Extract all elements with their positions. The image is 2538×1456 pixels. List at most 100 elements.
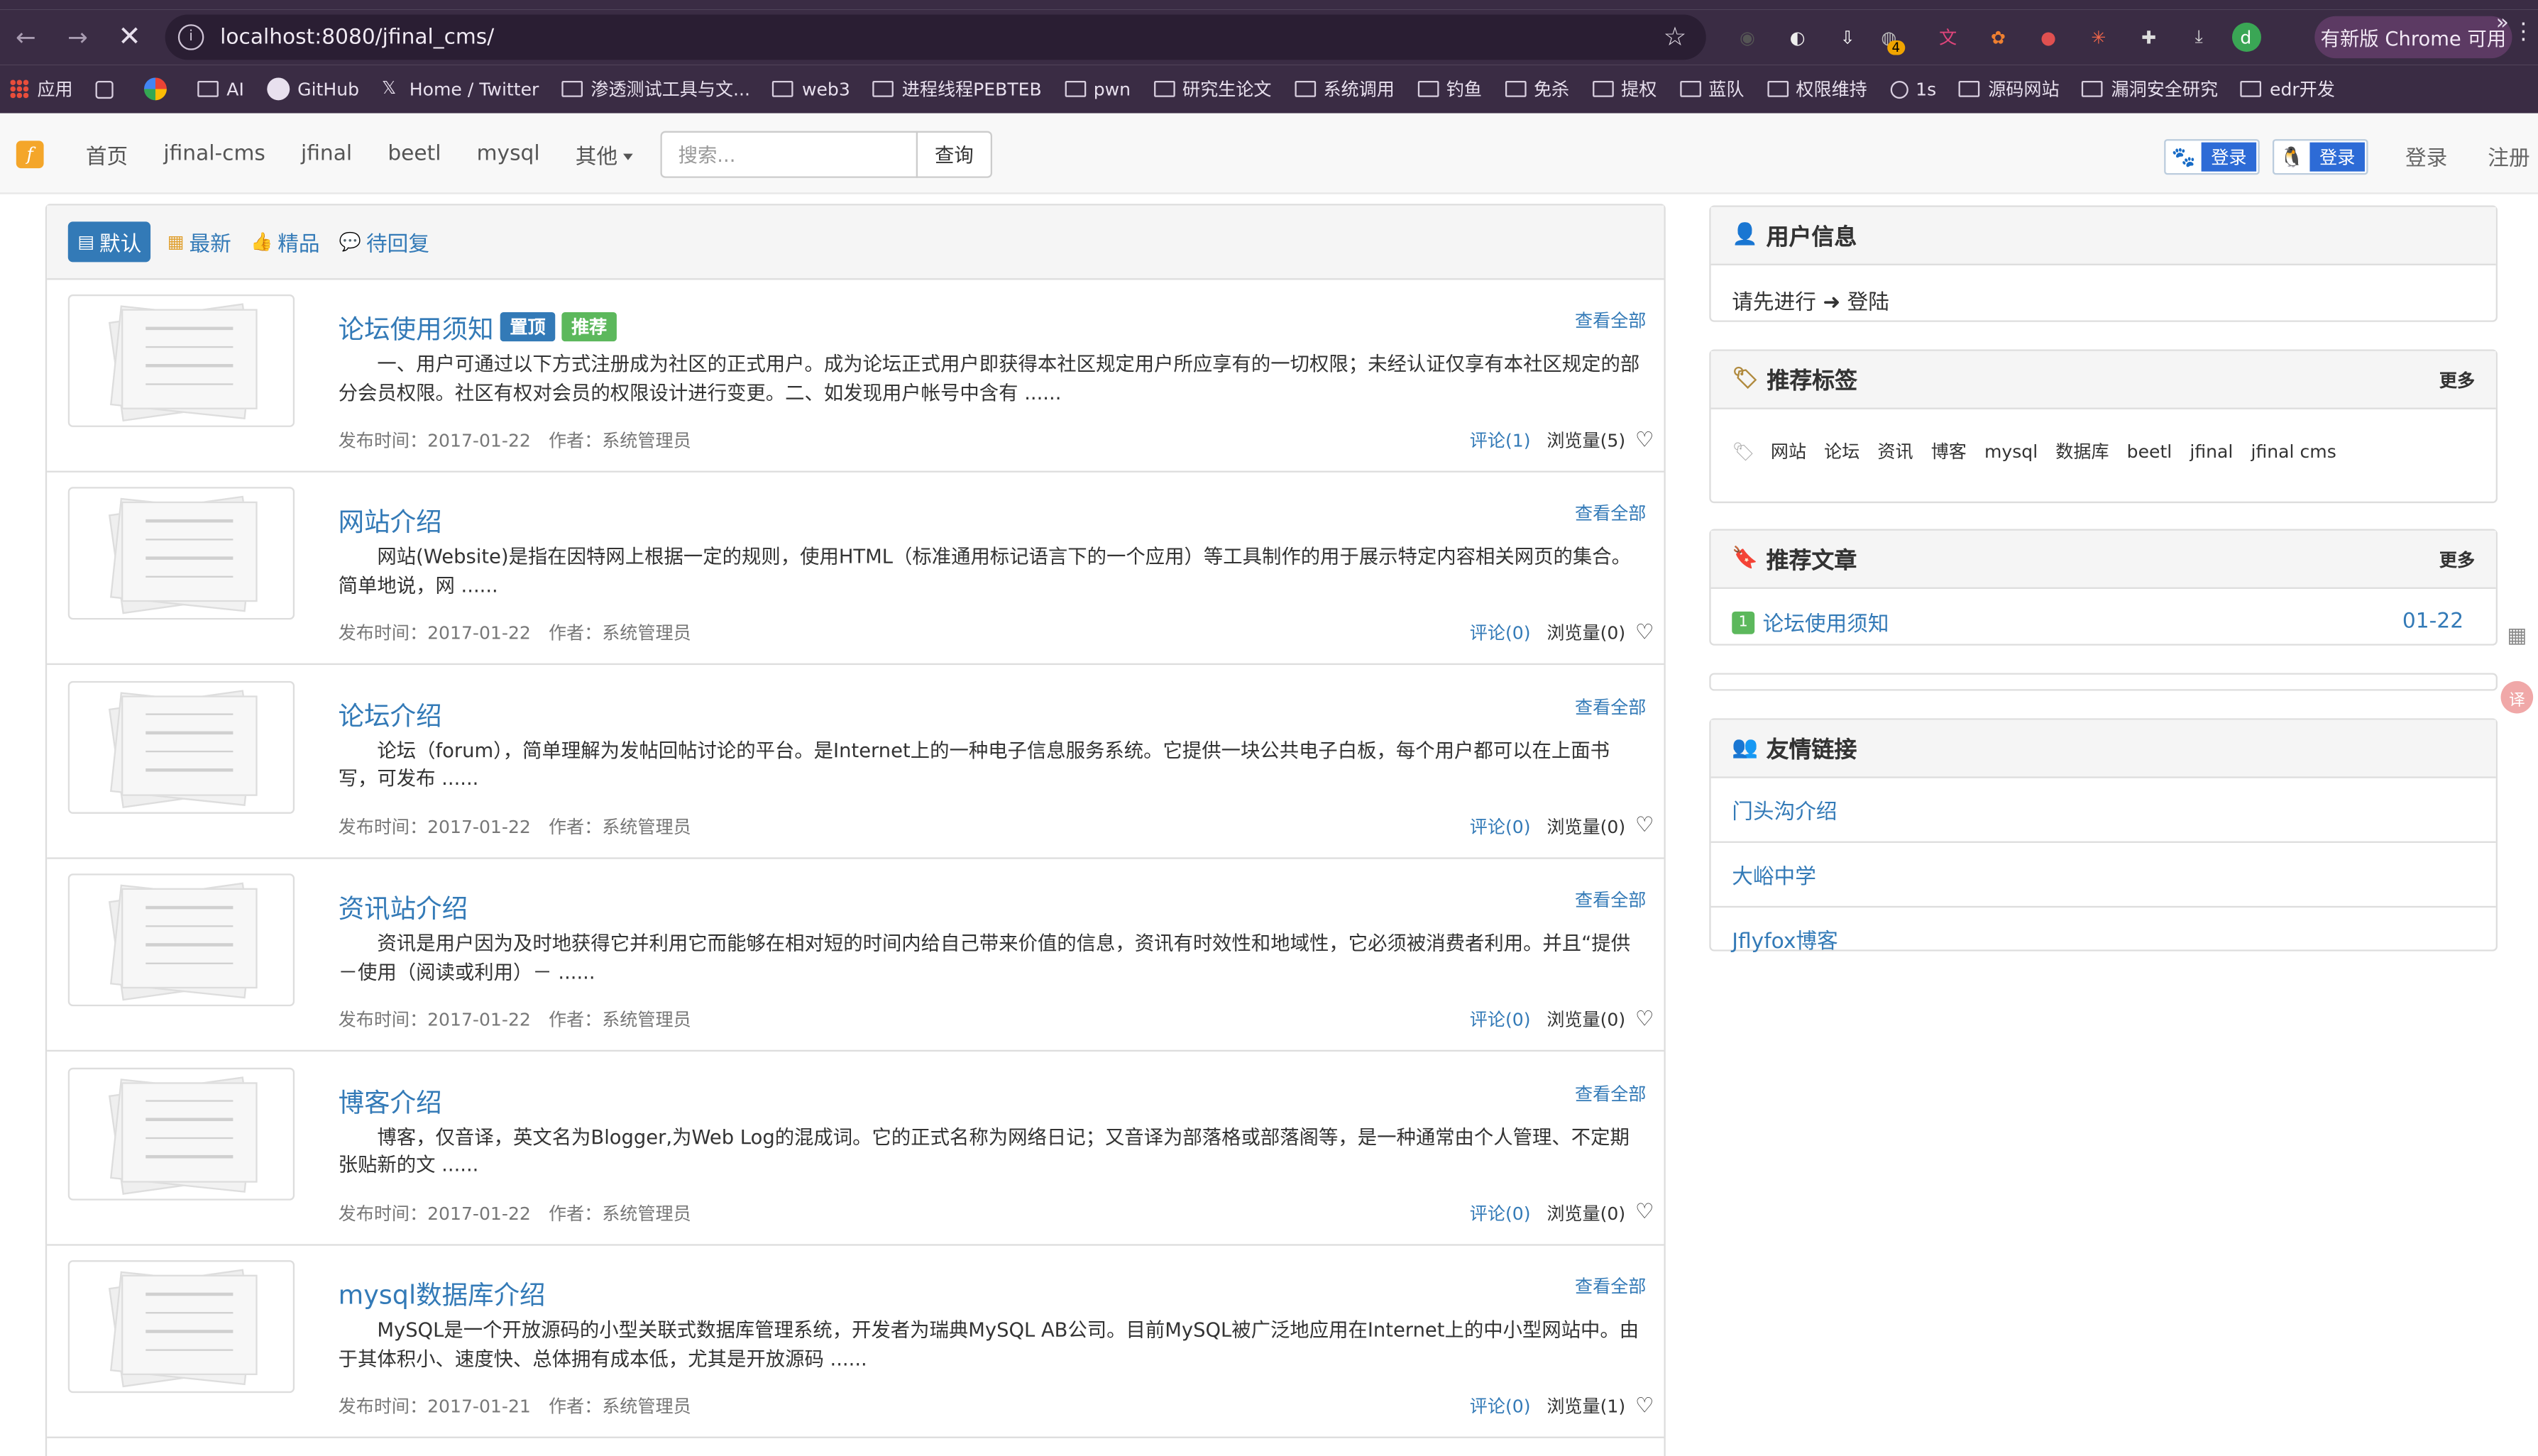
bookmark-item[interactable] xyxy=(95,79,121,98)
bookmark-item[interactable]: 进程线程PEBTEB xyxy=(872,76,1042,101)
record-ext-icon[interactable]: ● xyxy=(2031,19,2066,55)
comments-link[interactable]: 评论(0) xyxy=(1470,1200,1531,1225)
view-all-link[interactable]: 查看全部 xyxy=(1575,1273,1646,1298)
tag-link[interactable]: 网站 xyxy=(1771,439,1806,464)
baidu-login-button[interactable]: 🐾 登录 xyxy=(2164,139,2260,175)
view-all-link[interactable]: 查看全部 xyxy=(1575,1080,1646,1105)
comments-link[interactable]: 评论(0) xyxy=(1470,1393,1531,1418)
tag-link[interactable]: 论坛 xyxy=(1824,439,1859,464)
post-thumbnail[interactable] xyxy=(67,680,295,814)
view-all-link[interactable]: 查看全部 xyxy=(1575,887,1646,912)
bookmark-item[interactable]: edr开发 xyxy=(2240,76,2335,101)
bookmark-item[interactable]: 免杀 xyxy=(1504,76,1569,101)
heart-icon[interactable]: ♡ xyxy=(1635,1008,1654,1032)
update-chrome-button[interactable]: 有新版 Chrome 可用 xyxy=(2314,16,2512,59)
stop-loading-icon[interactable]: ✕ xyxy=(104,10,155,65)
heart-icon[interactable]: ♡ xyxy=(1635,1201,1654,1225)
bookmark-item[interactable] xyxy=(143,77,175,101)
download-box-ext-icon[interactable]: ⇩ xyxy=(1830,19,1865,55)
bookmark-item[interactable]: 𝕏 Home / Twitter xyxy=(382,79,539,100)
recommended-article-link[interactable]: 论坛使用须知 xyxy=(1763,607,1889,637)
comments-link[interactable]: 评论(0) xyxy=(1470,1007,1531,1032)
eyes-ext-icon[interactable]: ◉ xyxy=(1730,19,1765,55)
back-icon[interactable]: ← xyxy=(0,10,52,65)
tab-pending-reply[interactable]: 💬 待回复 xyxy=(336,221,432,262)
post-thumbnail[interactable] xyxy=(67,873,295,1007)
heart-icon[interactable]: ♡ xyxy=(1635,621,1654,645)
post-thumbnail[interactable] xyxy=(67,1260,295,1394)
post-title-link[interactable]: 论坛使用须知 xyxy=(339,307,494,346)
puzzle-icon[interactable]: ✚ xyxy=(2131,19,2166,55)
translate-ext-icon[interactable]: 文 xyxy=(1930,19,1966,55)
fox-ext-icon[interactable]: ✿ xyxy=(1980,19,2016,55)
chat-ext-icon[interactable]: ◍ 4 xyxy=(1880,19,1916,55)
post-thumbnail[interactable] xyxy=(67,294,295,427)
friend-link[interactable]: 大峪中学 xyxy=(1710,841,2496,906)
post-title-link[interactable]: 资讯站介绍 xyxy=(339,887,468,926)
heart-icon[interactable]: ♡ xyxy=(1635,815,1654,839)
bookmark-item[interactable]: pwn xyxy=(1064,79,1131,99)
login-link[interactable]: 登录 xyxy=(2405,140,2447,171)
qq-login-button[interactable]: 🐧 登录 xyxy=(2272,139,2368,175)
eye-ext-icon[interactable]: ◐ xyxy=(1780,19,1815,55)
search-input[interactable] xyxy=(660,131,918,178)
bookmarks-overflow-icon[interactable]: » xyxy=(2496,11,2509,35)
bookmark-item[interactable]: 漏洞安全研究 xyxy=(2082,76,2218,101)
site-info-icon[interactable]: i xyxy=(177,24,204,50)
bookmark-item[interactable]: 1s xyxy=(1889,79,1936,99)
post-title-link[interactable]: mysql数据库介绍 xyxy=(339,1273,546,1312)
bookmark-item[interactable]: AI xyxy=(197,79,244,99)
post-title-link[interactable]: 网站介绍 xyxy=(339,500,442,539)
heart-icon[interactable]: ♡ xyxy=(1635,1394,1654,1418)
tag-link[interactable]: 资讯 xyxy=(1877,439,1913,464)
tags-more-link[interactable]: 更多 xyxy=(2439,368,2475,393)
spark-ext-icon[interactable]: ✳ xyxy=(2081,19,2116,55)
address-bar[interactable]: i localhost:8080/jfinal_cms/ ☆ xyxy=(165,14,1706,60)
view-all-link[interactable]: 查看全部 xyxy=(1575,694,1646,719)
bookmark-item[interactable]: 渗透测试工具与文... xyxy=(561,76,750,101)
profile-icon[interactable]: d xyxy=(2231,22,2260,52)
tag-link[interactable]: 博客 xyxy=(1931,439,1967,464)
nav-home[interactable]: 首页 xyxy=(68,138,146,169)
comments-link[interactable]: 评论(1) xyxy=(1470,427,1531,453)
bookmark-star-icon[interactable]: ☆ xyxy=(1664,21,1687,52)
tag-link[interactable]: jfinal cms xyxy=(2251,441,2336,462)
comments-link[interactable]: 评论(0) xyxy=(1470,813,1531,839)
bookmark-item[interactable]: 蓝队 xyxy=(1679,76,1744,101)
comments-link[interactable]: 评论(0) xyxy=(1470,620,1531,646)
site-logo[interactable]: f xyxy=(16,140,44,169)
view-all-link[interactable]: 查看全部 xyxy=(1575,500,1646,526)
post-thumbnail[interactable] xyxy=(67,487,295,621)
forward-icon[interactable]: → xyxy=(52,10,104,65)
bookmark-item[interactable]: GitHub xyxy=(266,77,359,101)
post-thumbnail[interactable] xyxy=(67,1066,295,1200)
download-icon[interactable]: ⤓ xyxy=(2181,19,2216,55)
bookmark-item[interactable]: 源码网站 xyxy=(1959,76,2060,101)
heart-icon[interactable]: ♡ xyxy=(1635,428,1654,452)
bookmark-item[interactable]: 应用 xyxy=(9,76,73,101)
nav-jfinal-cms[interactable]: jfinal-cms xyxy=(145,142,283,166)
friend-link[interactable]: Jflyfox博客 xyxy=(1710,905,2496,971)
qr-code-icon[interactable]: ▦ xyxy=(2501,619,2534,652)
nav-beetl[interactable]: beetl xyxy=(370,142,458,166)
bookmark-item[interactable]: web3 xyxy=(772,79,850,99)
chrome-menu-icon[interactable]: ⋮ xyxy=(2512,19,2535,45)
post-title-link[interactable]: 论坛介绍 xyxy=(339,694,442,733)
bookmark-item[interactable]: 钓鱼 xyxy=(1417,76,1482,101)
bookmark-item[interactable]: 系统调用 xyxy=(1294,76,1395,101)
bookmark-item[interactable]: 权限维持 xyxy=(1767,76,1867,101)
tag-link[interactable]: 数据库 xyxy=(2055,439,2109,464)
friend-link[interactable]: 门头沟介绍 xyxy=(1711,778,2496,842)
url-text[interactable]: localhost:8080/jfinal_cms/ xyxy=(220,25,494,49)
post-title-link[interactable]: 博客介绍 xyxy=(339,1080,442,1119)
recommended-article-row[interactable]: 1 论坛使用须知 01-22 xyxy=(1711,589,2496,655)
tag-link[interactable]: jfinal xyxy=(2190,441,2233,462)
tab-default[interactable]: ▤ 默认 xyxy=(67,221,152,263)
register-link[interactable]: 注册 xyxy=(2488,140,2529,171)
nav-mysql[interactable]: mysql xyxy=(459,142,558,166)
tab-latest[interactable]: ▦ 最新 xyxy=(164,221,234,262)
translate-float-icon[interactable]: 译 xyxy=(2500,680,2534,714)
nav-jfinal[interactable]: jfinal xyxy=(283,142,370,166)
search-button[interactable]: 查询 xyxy=(916,131,993,178)
tab-featured[interactable]: 👍 精品 xyxy=(248,221,324,262)
